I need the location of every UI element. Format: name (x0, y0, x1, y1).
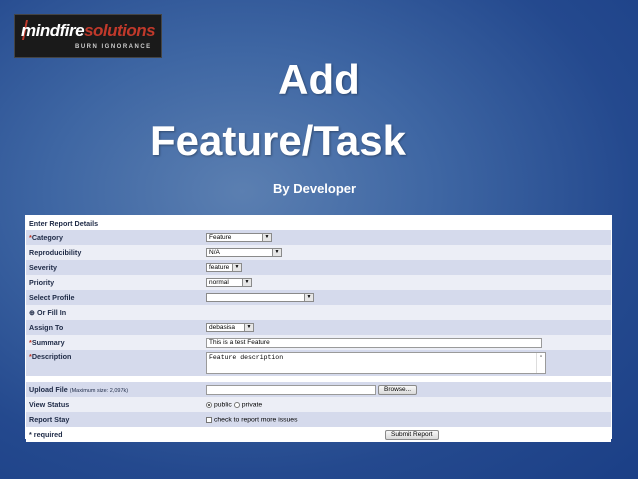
assign-to-label: Assign To (26, 320, 203, 335)
upload-file-label: Upload File (Maximum size: 2,097k) (26, 382, 203, 397)
reproducibility-select-value: N/A (209, 249, 220, 257)
view-status-label: View Status (26, 397, 203, 412)
chevron-down-icon: ▼ (272, 249, 281, 257)
summary-label: *Summary (26, 335, 203, 350)
logo-tagline: BURN IGNORANCE (75, 44, 152, 50)
category-select[interactable]: Feature ▼ (206, 233, 272, 243)
description-textarea[interactable]: Feature description ▴ (206, 352, 546, 374)
summary-input[interactable]: This is a test Feature (206, 337, 542, 348)
assign-to-select[interactable]: debasisa ▼ (206, 323, 254, 333)
view-status-private-label: private (241, 401, 263, 409)
submit-report-button[interactable]: Submit Report (385, 429, 439, 440)
severity-row: Severity feature ▼ (26, 260, 611, 275)
chevron-down-icon: ▼ (242, 279, 251, 287)
reproducibility-label: Reproducibility (26, 245, 203, 260)
slide-title-line2: Feature/Task (150, 117, 406, 164)
scrollbar[interactable]: ▴ (536, 353, 545, 373)
upload-file-note: (Maximum size: 2,097k) (69, 388, 129, 394)
view-status-public-radio[interactable] (206, 402, 212, 409)
report-form-panel: Enter Report Details *Category Feature ▼ … (25, 215, 612, 442)
select-profile-select[interactable]: ▼ (206, 293, 314, 303)
upload-file-label-text: Upload File (29, 385, 68, 394)
severity-select-value: feature (209, 264, 230, 272)
category-label-text: Category (31, 233, 63, 242)
or-fill-in-row: ⊕ Or Fill In (26, 305, 611, 320)
chevron-down-icon: ▼ (262, 234, 271, 242)
chevron-down-icon: ▼ (232, 264, 241, 272)
priority-label: Priority (26, 275, 203, 290)
view-status-public-label: public (214, 401, 232, 409)
description-textarea-value: Feature description (209, 354, 284, 361)
reproducibility-row: Reproducibility N/A ▼ (26, 245, 611, 260)
form-footer-row: * required Submit Report (26, 427, 611, 442)
assign-to-select-value: debasisa (209, 324, 236, 332)
priority-row: Priority normal ▼ (26, 275, 611, 290)
report-stay-row: Report Stay check to report more issues (26, 412, 611, 427)
assign-to-row: Assign To debasisa ▼ (26, 320, 611, 335)
view-status-private-radio[interactable] (233, 402, 240, 409)
upload-file-input[interactable] (206, 384, 376, 395)
slide-subtitle: By Developer (273, 181, 357, 196)
category-row: *Category Feature ▼ (26, 230, 611, 245)
summary-row: *Summary This is a test Feature (26, 335, 611, 350)
logo-brand-accent: solutions (84, 21, 156, 40)
mindfire-logo: mindfiresolutions BURN IGNORANCE (14, 14, 162, 58)
chevron-down-icon: ▼ (244, 324, 253, 332)
severity-select[interactable]: feature ▼ (206, 263, 242, 273)
severity-label: Severity (26, 260, 203, 275)
slide-title-line1: Add (278, 56, 360, 103)
upload-file-row: Upload File (Maximum size: 2,097k) Brows… (26, 382, 611, 397)
select-profile-row: Select Profile ▼ (26, 290, 611, 305)
description-row: *Description Feature description ▴ (26, 350, 611, 376)
chevron-down-icon: ▼ (304, 294, 313, 302)
view-status-row: View Status public private (26, 397, 611, 412)
logo-brand-main: mindfire (21, 21, 85, 40)
description-label-text: Description (31, 352, 72, 361)
category-select-value: Feature (209, 234, 232, 242)
form-header: Enter Report Details (26, 216, 611, 230)
browse-button[interactable]: Browse... (378, 384, 418, 395)
or-fill-in-label[interactable]: ⊕ Or Fill In (26, 305, 611, 320)
priority-select-value: normal (209, 279, 229, 287)
summary-label-text: Summary (31, 338, 65, 347)
select-profile-label: Select Profile (26, 290, 203, 305)
or-fill-in-text: Or Fill In (37, 308, 67, 317)
category-label: *Category (26, 230, 203, 245)
report-form-table: Enter Report Details *Category Feature ▼ … (26, 216, 611, 442)
report-stay-checkbox[interactable] (206, 417, 212, 424)
logo-brand: mindfiresolutions (21, 21, 156, 41)
required-note: * required (26, 427, 203, 442)
radio-icon: ⊕ (29, 308, 38, 317)
report-stay-checkbox-label: check to report more issues (214, 416, 298, 424)
reproducibility-select[interactable]: N/A ▼ (206, 248, 282, 258)
description-label: *Description (26, 350, 203, 376)
report-stay-label: Report Stay (26, 412, 203, 427)
priority-select[interactable]: normal ▼ (206, 278, 252, 288)
